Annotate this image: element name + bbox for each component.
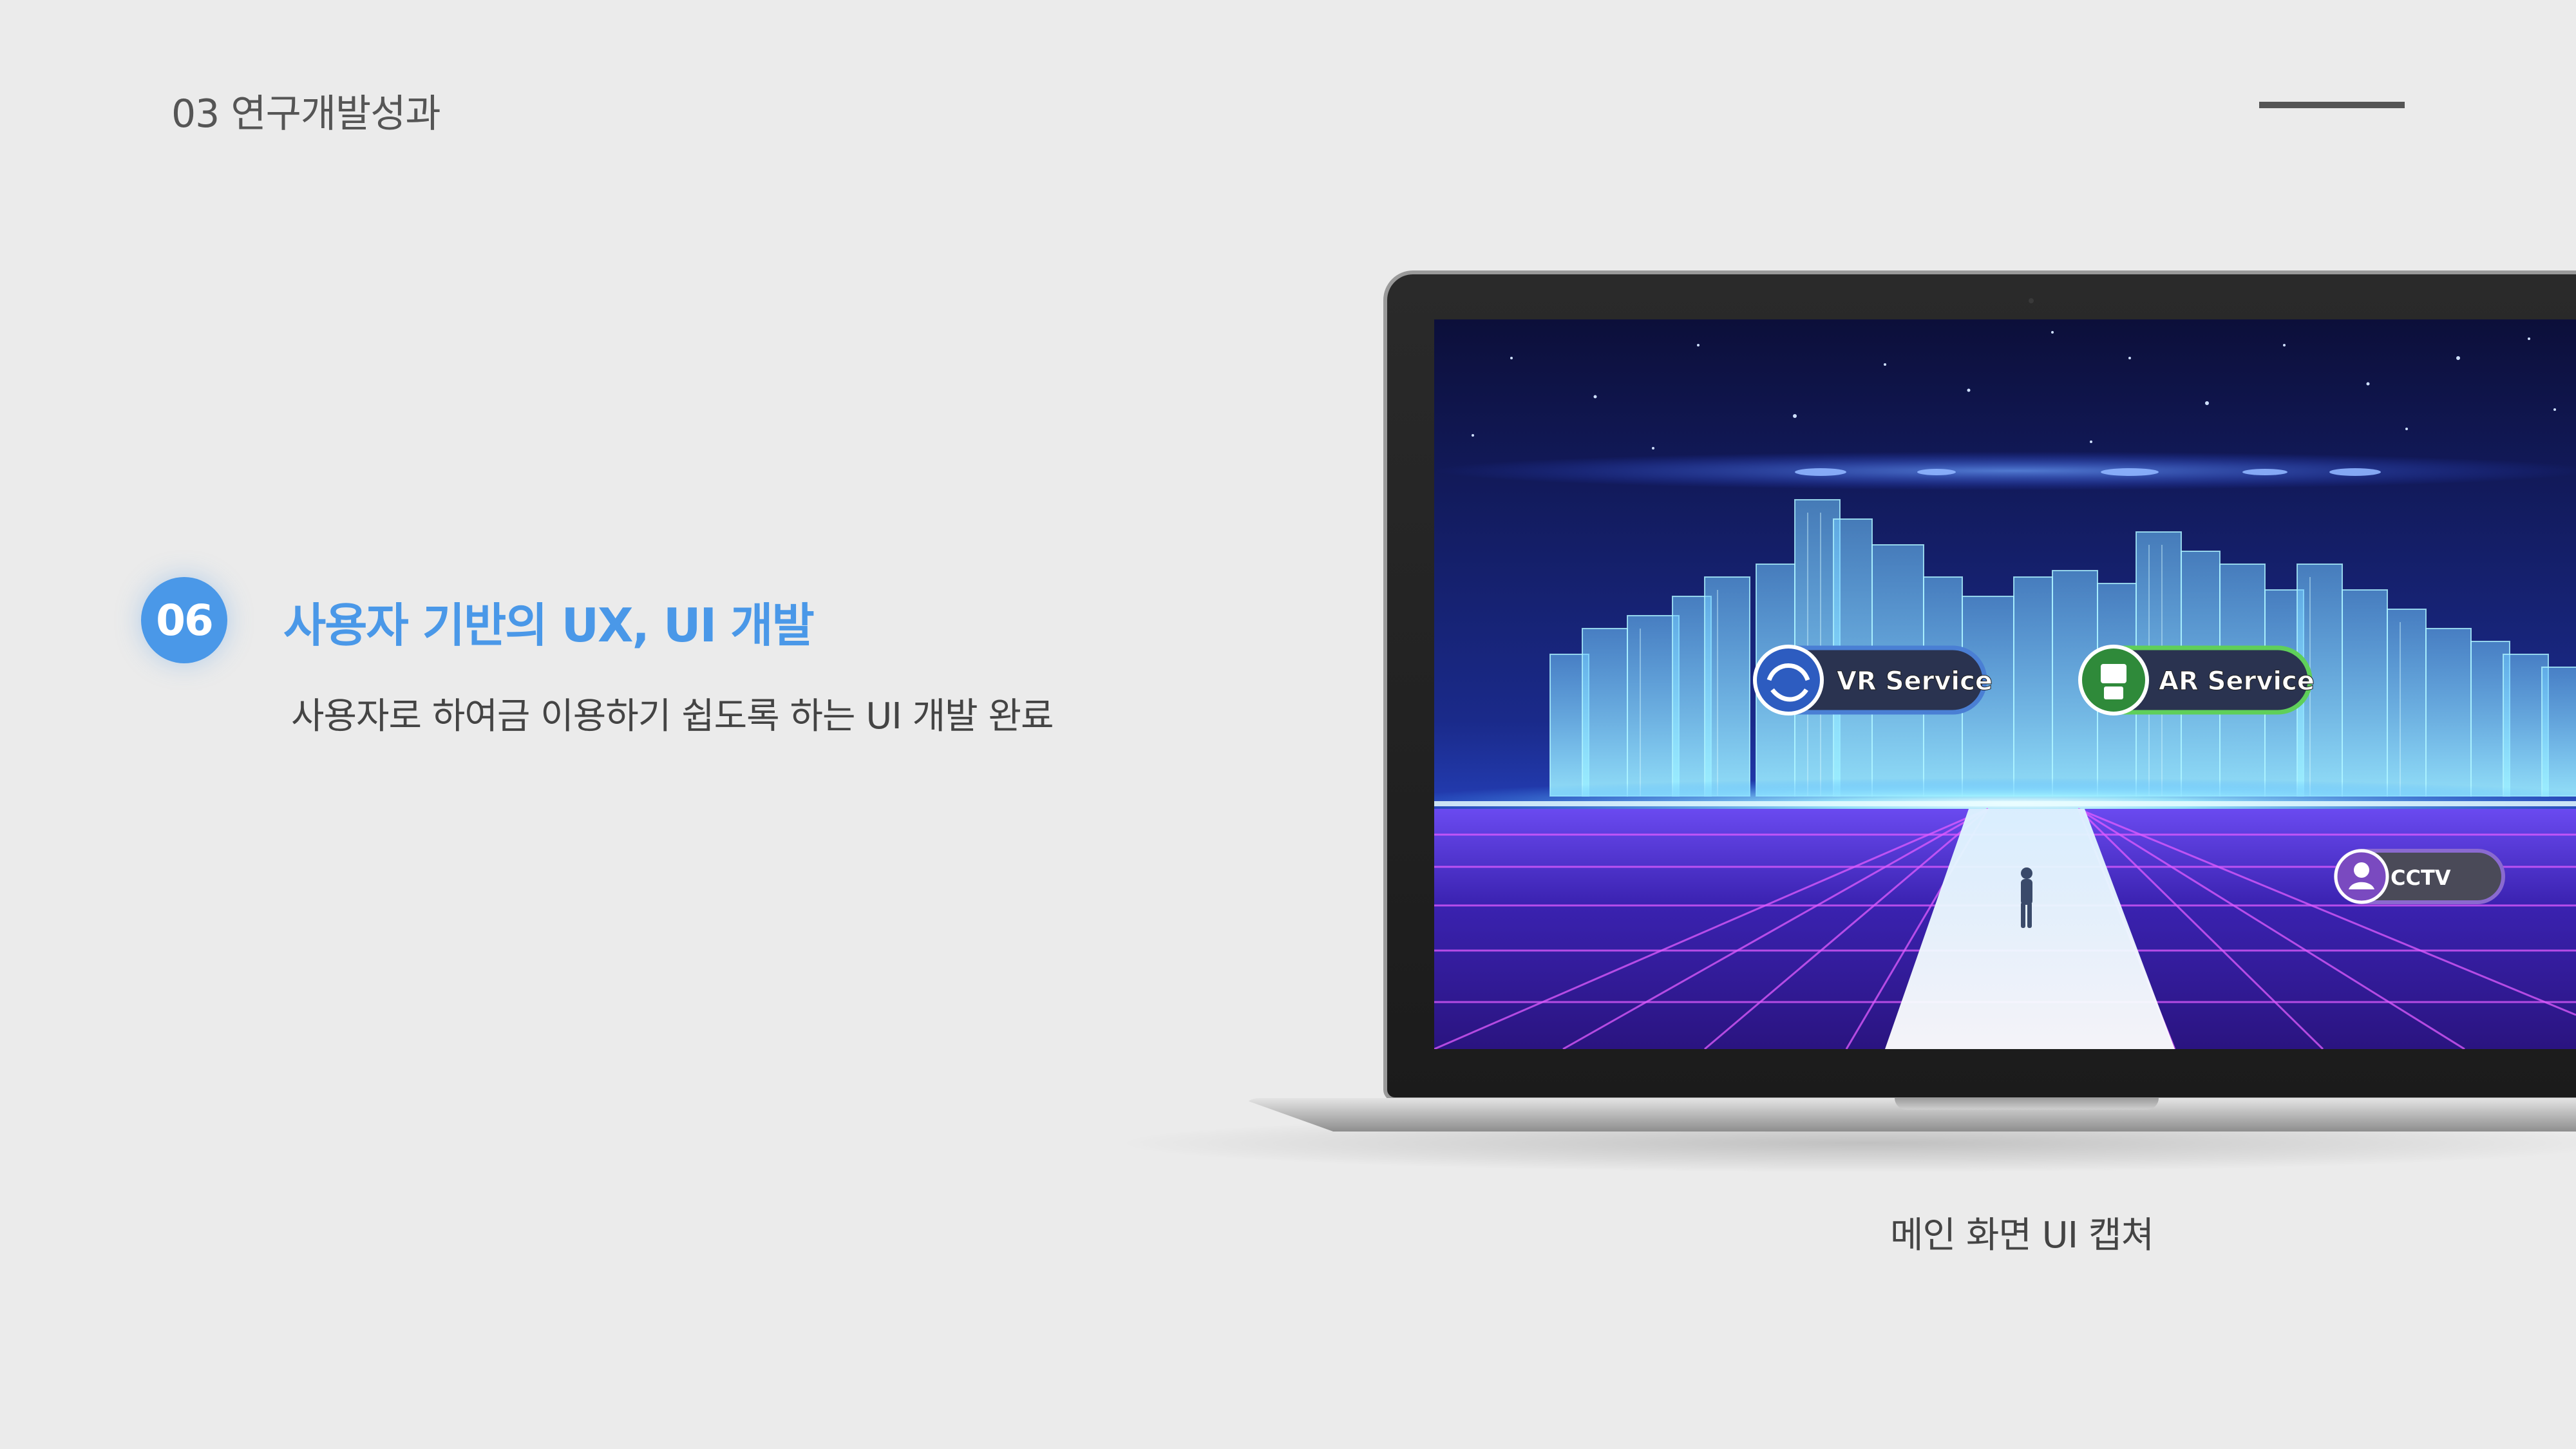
slide: 03 연구개발성과 06 사용자 기반의 UX, UI 개발 사용자로 하여금 … xyxy=(0,0,2576,1449)
ar-service-button[interactable]: AR Service xyxy=(2078,645,2315,715)
ar-service-label: AR Service xyxy=(2159,667,2315,696)
laptop-screen: VR Service AR Service CCTV xyxy=(1434,319,2576,1049)
laptop-camera xyxy=(2029,298,2034,303)
person-icon xyxy=(2334,849,2389,904)
robot-icon xyxy=(2078,645,2149,715)
header-divider xyxy=(2259,102,2405,108)
item-description: 사용자로 하여금 이용하기 쉽도록 하는 UI 개발 완료 xyxy=(291,696,1054,737)
vr-service-button[interactable]: VR Service xyxy=(1753,645,1993,715)
item-title: 사용자 기반의 UX, UI 개발 xyxy=(283,598,815,652)
main-screen-capture: VR Service AR Service CCTV xyxy=(1434,319,2576,1049)
cctv-label: CCTV xyxy=(2391,866,2451,890)
screenshot-caption: 메인 화면 UI 캡쳐 xyxy=(1890,1215,2154,1256)
vr-headset-icon xyxy=(1753,645,1824,715)
laptop-notch xyxy=(1895,1098,2159,1110)
vr-service-label: VR Service xyxy=(1837,667,1993,696)
cctv-button[interactable]: CCTV xyxy=(2334,849,2505,904)
item-number-badge: 06 xyxy=(141,577,227,663)
section-label: 03 연구개발성과 xyxy=(171,91,441,137)
